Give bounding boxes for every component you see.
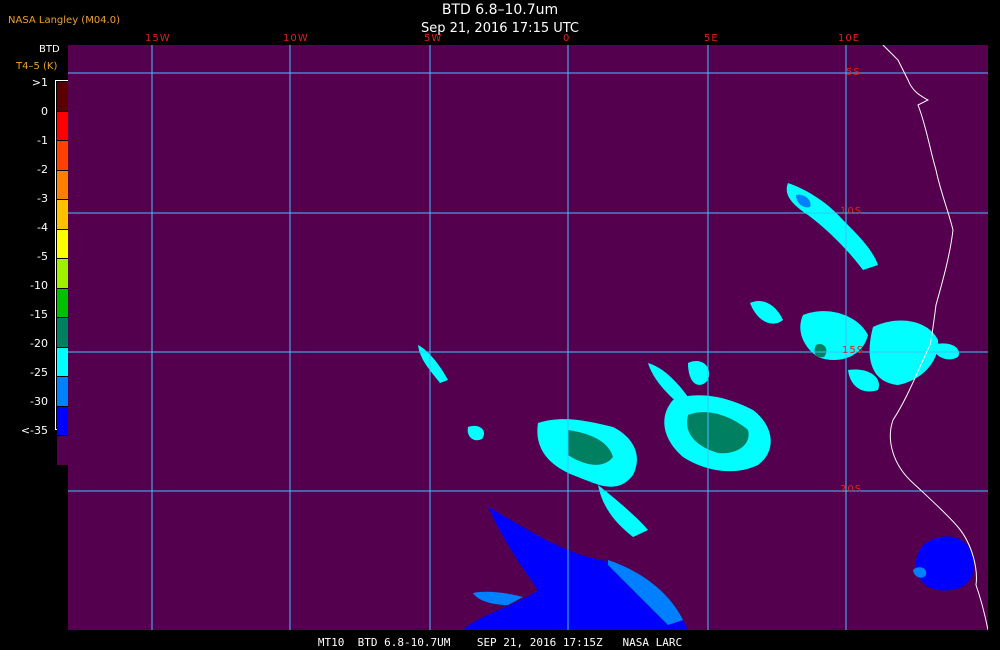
lon-label-15w: 15W <box>145 33 171 44</box>
legend-label: -1 <box>37 134 48 147</box>
lon-label-5e: 5E <box>704 33 719 44</box>
lon-label-10e: 10E <box>838 33 861 44</box>
legend-units: T4–5 (K) <box>16 61 58 72</box>
lat-label-15s: 15S <box>842 345 865 356</box>
legend-title: BTD <box>39 44 60 55</box>
legend-label: >1 <box>31 76 48 89</box>
legend-label: -5 <box>37 250 48 263</box>
lat-label-5s: 5S <box>846 67 861 78</box>
legend-label: <-35 <box>20 424 48 437</box>
lon-label-5w: 5W <box>424 33 443 44</box>
legend-label: 0 <box>41 105 48 118</box>
footer-caption: MT10 BTD 6.8-10.7UM SEP 21, 2016 17:15Z … <box>317 636 683 649</box>
legend-label: -25 <box>30 366 48 379</box>
lon-label-0: 0 <box>563 33 571 44</box>
legend-label: -4 <box>37 221 48 234</box>
legend-label: -3 <box>37 192 48 205</box>
lat-label-20s: 20S <box>840 484 863 495</box>
product-title: BTD 6.8–10.7um <box>441 2 559 18</box>
legend-label: -2 <box>37 163 48 176</box>
lat-label-10s: 10S <box>840 206 863 217</box>
legend-label: -20 <box>30 337 48 350</box>
legend-label: -15 <box>30 308 48 321</box>
legend-label: -10 <box>30 279 48 292</box>
satellite-map[interactable] <box>68 45 988 630</box>
lon-label-10w: 10W <box>283 33 309 44</box>
legend-label: -30 <box>30 395 48 408</box>
